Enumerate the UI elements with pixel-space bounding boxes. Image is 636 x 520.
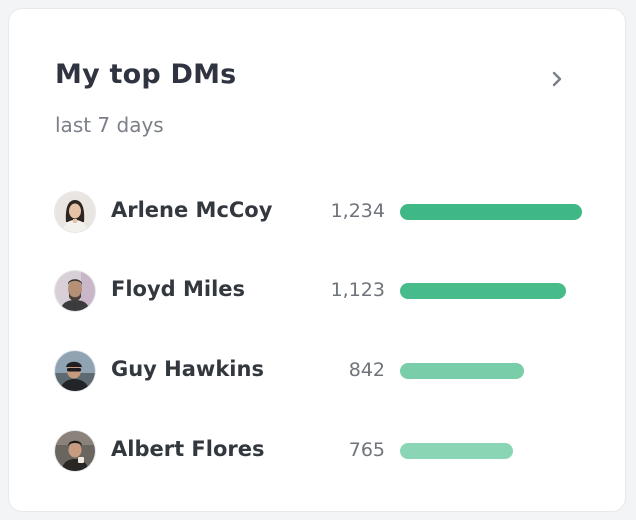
dm-bar-track: [400, 204, 582, 220]
dm-row[interactable]: Arlene McCoy 1,234: [55, 192, 595, 232]
dm-name: Albert Flores: [111, 437, 265, 461]
chevron-right-icon[interactable]: [543, 65, 571, 93]
dm-bar: [400, 204, 582, 220]
dm-row[interactable]: Albert Flores 765: [55, 431, 595, 471]
dm-count: 842: [348, 359, 385, 381]
avatar: [55, 271, 95, 311]
avatar: [55, 351, 95, 391]
card-subtitle: last 7 days: [55, 113, 164, 137]
dm-bar-track: [400, 363, 582, 379]
dm-count: 1,234: [330, 200, 385, 222]
dm-row[interactable]: Guy Hawkins 842: [55, 351, 595, 391]
dm-name: Arlene McCoy: [111, 198, 273, 222]
dm-bar: [400, 283, 566, 299]
dm-name: Guy Hawkins: [111, 357, 264, 381]
dm-bar: [400, 443, 513, 459]
avatar: [55, 192, 95, 232]
dm-count: 765: [348, 439, 385, 461]
card-title: My top DMs: [55, 59, 237, 90]
avatar: [55, 431, 95, 471]
top-dms-card: My top DMs last 7 days Arlene McCoy 1,23…: [8, 8, 626, 512]
dm-row[interactable]: Floyd Miles 1,123: [55, 271, 595, 311]
dm-bar-track: [400, 283, 582, 299]
dm-bar-track: [400, 443, 582, 459]
dm-count: 1,123: [330, 279, 385, 301]
dm-bar: [400, 363, 524, 379]
dm-name: Floyd Miles: [111, 277, 246, 301]
